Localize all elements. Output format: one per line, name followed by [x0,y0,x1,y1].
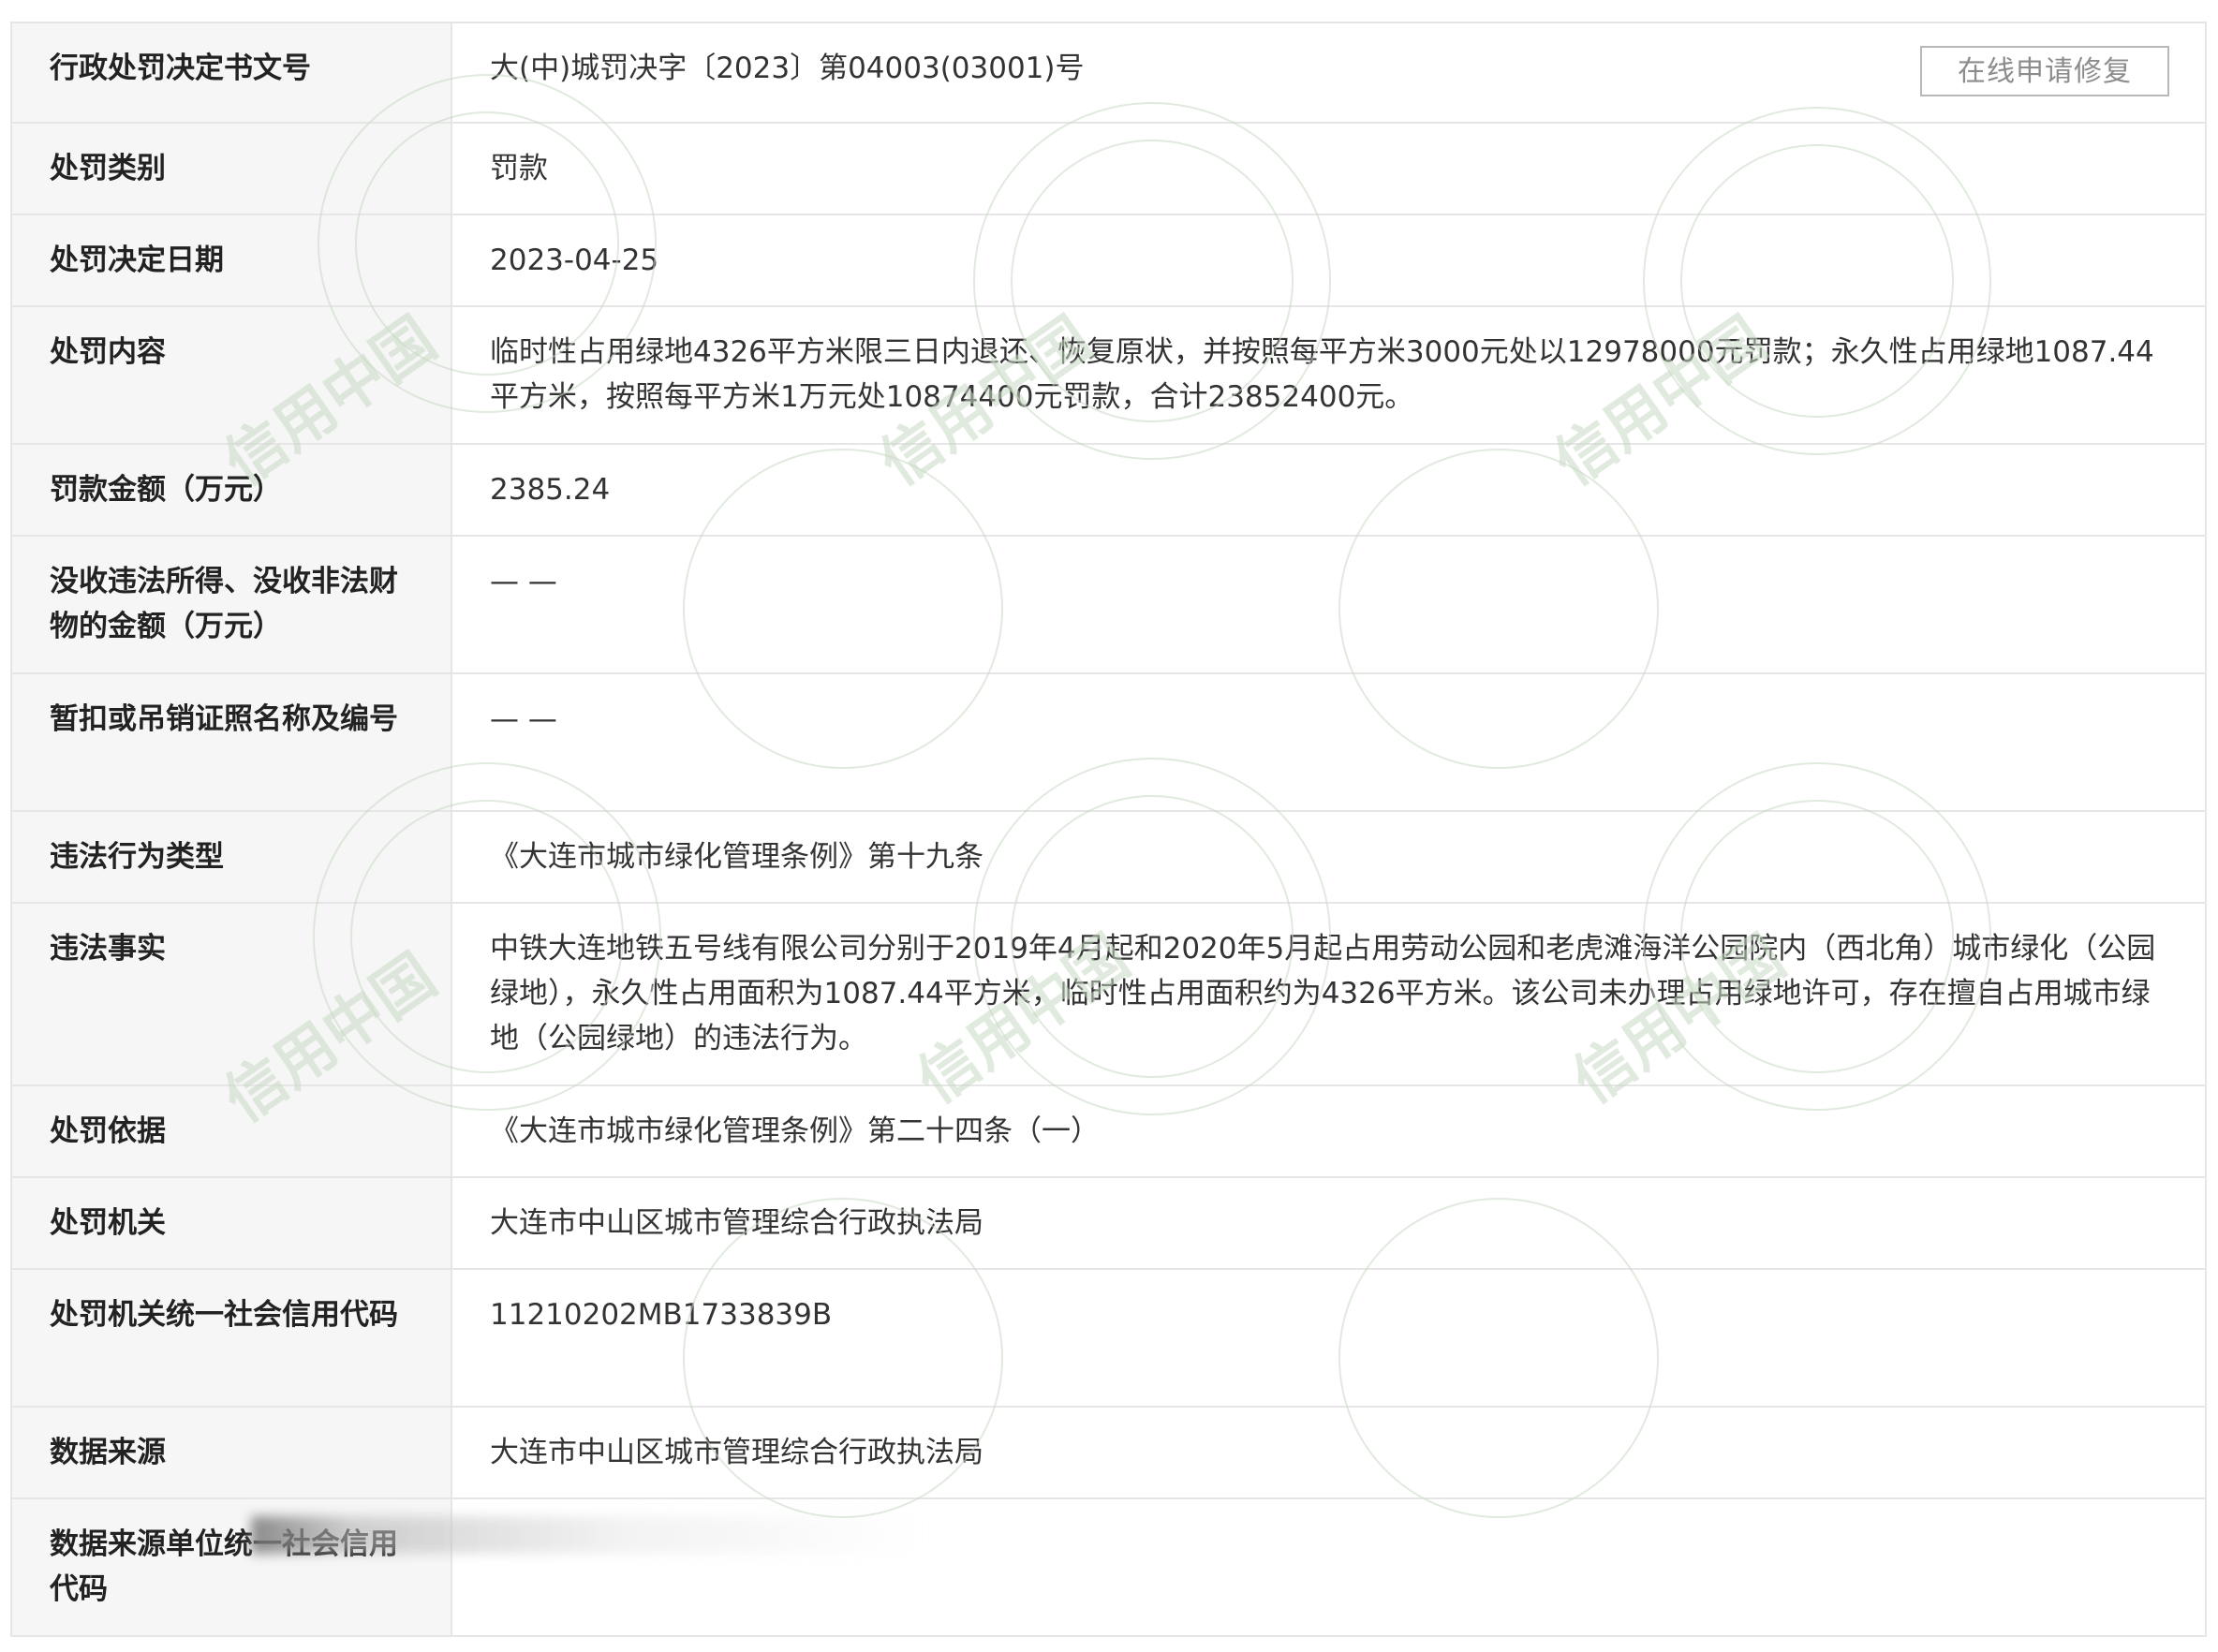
penalty-info-panel: 行政处罚决定书文号 大(中)城罚决字〔2023〕第04003(03001)号 在… [10,22,2207,1637]
row-value: 《大连市城市绿化管理条例》第二十四条（一） [451,1084,2207,1178]
table-row: 暂扣或吊销证照名称及编号 — — [10,672,2207,812]
table-row: 行政处罚决定书文号 大(中)城罚决字〔2023〕第04003(03001)号 在… [10,22,2207,124]
table-row: 违法事实 中铁大连地铁五号线有限公司分别于2019年4月起和2020年5月起占用… [10,902,2207,1086]
row-label: 行政处罚决定书文号 [10,22,452,124]
row-value: 2023-04-25 [451,214,2207,307]
row-value: 临时性占用绿地4326平方米限三日内退还、恢复原状，并按照每平方米3000元处以… [451,305,2207,445]
row-value: — — [451,672,2207,812]
row-value: 大连市中山区城市管理综合行政执法局 [451,1176,2207,1270]
table-row: 处罚内容 临时性占用绿地4326平方米限三日内退还、恢复原状，并按照每平方米30… [10,305,2207,445]
row-label: 处罚机关 [10,1176,452,1270]
row-label: 处罚依据 [10,1084,452,1178]
row-label: 数据来源 [10,1406,452,1499]
row-value: 11210202MB1733839B [451,1268,2207,1408]
row-label: 暂扣或吊销证照名称及编号 [10,672,452,812]
table-row: 处罚决定日期 2023-04-25 [10,214,2207,307]
table-row: 处罚机关 大连市中山区城市管理综合行政执法局 [10,1176,2207,1270]
table-row: 处罚依据 《大连市城市绿化管理条例》第二十四条（一） [10,1084,2207,1178]
row-value: 2385.24 [451,443,2207,537]
row-value: 罚款 [451,122,2207,215]
row-label: 处罚内容 [10,305,452,445]
row-value-cell: 大(中)城罚决字〔2023〕第04003(03001)号 在线申请修复 [451,22,2207,124]
table-row: 处罚类别 罚款 [10,122,2207,215]
row-label: 违法行为类型 [10,810,452,904]
table-row: 处罚机关统一社会信用代码 11210202MB1733839B [10,1268,2207,1408]
row-value: 大连市中山区城市管理综合行政执法局 [451,1406,2207,1499]
row-label: 违法事实 [10,902,452,1086]
decision-number-value: 大(中)城罚决字〔2023〕第04003(03001)号 [490,52,1085,85]
row-value [451,1497,2207,1637]
row-label: 罚款金额（万元） [10,443,452,537]
row-value: — — [451,535,2207,674]
row-label: 处罚类别 [10,122,452,215]
table-row: 违法行为类型 《大连市城市绿化管理条例》第十九条 [10,810,2207,904]
row-value: 《大连市城市绿化管理条例》第十九条 [451,810,2207,904]
table-row: 数据来源 大连市中山区城市管理综合行政执法局 [10,1406,2207,1499]
table-row: 罚款金额（万元） 2385.24 [10,443,2207,537]
table-row: 没收违法所得、没收非法财物的金额（万元） — — [10,535,2207,674]
penalty-info-table: 行政处罚决定书文号 大(中)城罚决字〔2023〕第04003(03001)号 在… [10,22,2207,1637]
online-repair-button[interactable]: 在线申请修复 [1920,46,2169,96]
row-value: 中铁大连地铁五号线有限公司分别于2019年4月起和2020年5月起占用劳动公园和… [451,902,2207,1086]
row-label: 数据来源单位统一社会信用代码 [10,1497,452,1637]
row-label: 没收违法所得、没收非法财物的金额（万元） [10,535,452,674]
row-label: 处罚决定日期 [10,214,452,307]
row-label: 处罚机关统一社会信用代码 [10,1268,452,1408]
table-row: 数据来源单位统一社会信用代码 [10,1497,2207,1637]
